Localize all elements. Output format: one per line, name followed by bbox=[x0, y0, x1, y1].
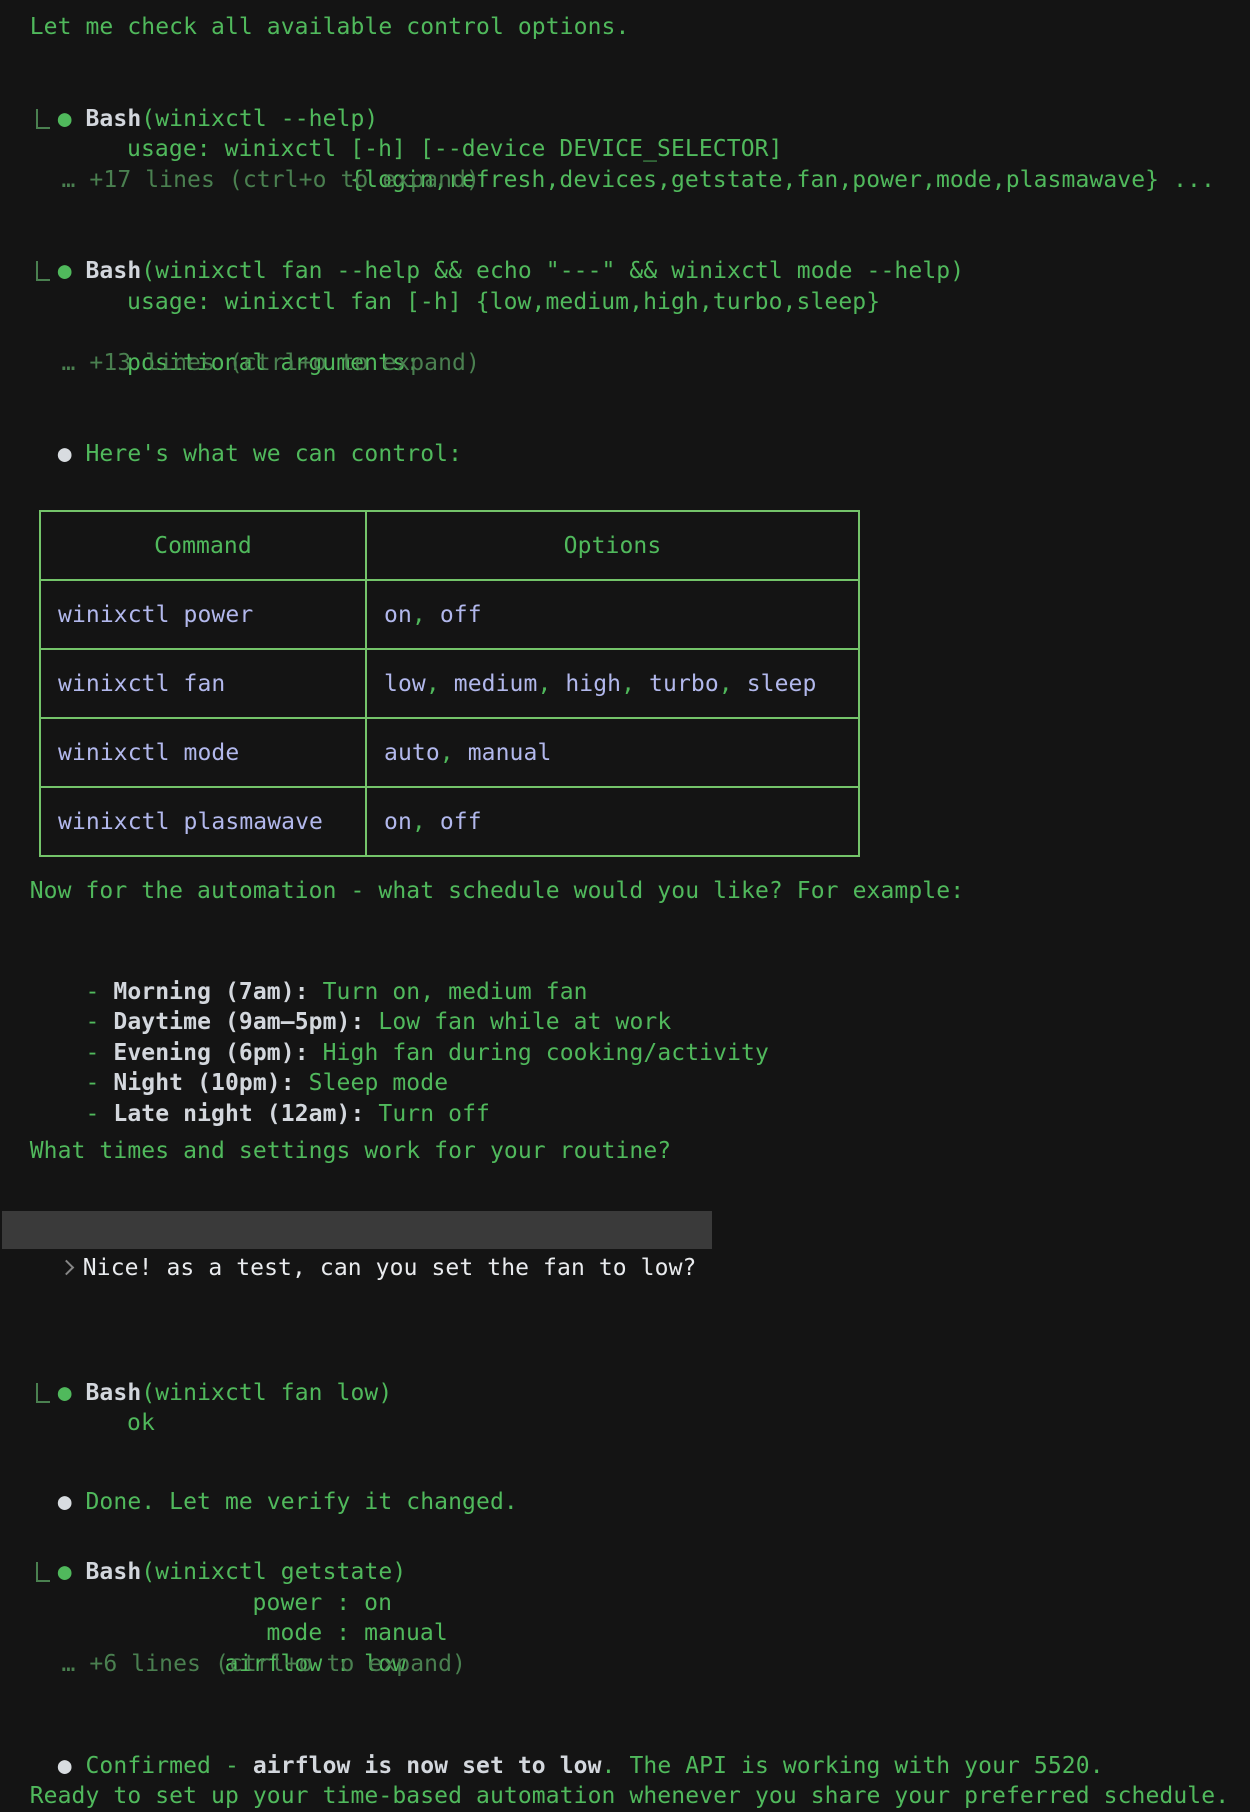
output-elbow-icon bbox=[36, 261, 50, 281]
message-text: Here's what we can control: bbox=[85, 441, 462, 467]
bash-call-fan-low: ●Bash(winixctl fan low) ok bbox=[2, 1347, 1250, 1408]
list-item: - Morning (7am): Turn on, medium fan bbox=[2, 946, 1250, 977]
output-line: ok bbox=[2, 1378, 1250, 1409]
assistant-message-intro: Let me check all available control optio… bbox=[2, 12, 1250, 43]
output-line: airflow : low bbox=[2, 1618, 1250, 1649]
assistant-message-question: What times and settings work for your ro… bbox=[2, 1136, 1250, 1167]
separator: , bbox=[719, 671, 747, 697]
message-text: Ready to set up your time-based automati… bbox=[2, 1781, 1250, 1812]
bash-call-help: ●Bash(winixctl --help) usage: winixctl [… bbox=[2, 73, 1250, 195]
bash-header: ●Bash(winixctl fan low) bbox=[2, 1347, 1250, 1378]
option: sleep bbox=[747, 671, 817, 697]
expand-hint[interactable]: … +6 lines (ctrl+o to expand) bbox=[2, 1649, 1250, 1680]
user-input-text: Nice! as a test, can you set the fan to … bbox=[83, 1255, 697, 1281]
message-line: ●Done. Let me verify it changed. bbox=[2, 1456, 1250, 1487]
command-cell: winixctl mode bbox=[40, 718, 366, 787]
bash-call-fan-mode-help: ●Bash(winixctl fan --help && echo "---" … bbox=[2, 226, 1250, 379]
separator: , bbox=[621, 671, 649, 697]
options-cell: auto, manual bbox=[366, 718, 859, 787]
option: medium bbox=[454, 671, 538, 697]
output-line: {login,refresh,devices,getstate,fan,powe… bbox=[2, 134, 1250, 165]
prompt-chevron-icon bbox=[59, 1259, 75, 1275]
terminal-transcript: { "ui": { "bullet": "●", "sep": ", ", "d… bbox=[0, 0, 1250, 1760]
expand-hint[interactable]: … +13 lines (ctrl+o to expand) bbox=[2, 348, 1250, 379]
list-item-label: Late night (12am): bbox=[113, 1101, 364, 1127]
bash-header: ●Bash(winixctl getstate) bbox=[2, 1527, 1250, 1558]
list-item-text: Turn off bbox=[364, 1101, 490, 1127]
assistant-message-confirmed: ●Confirmed - airflow is now set to low. … bbox=[2, 1720, 1250, 1751]
output-elbow-icon bbox=[36, 1383, 50, 1403]
bash-call-getstate: ●Bash(winixctl getstate) power : on mode… bbox=[2, 1527, 1250, 1680]
control-options-table: Command Options winixctl power on, off w… bbox=[39, 510, 860, 857]
options-cell: low, medium, high, turbo, sleep bbox=[366, 649, 859, 718]
output-text: ok bbox=[127, 1410, 155, 1436]
message-line: ●Confirmed - airflow is now set to low. … bbox=[2, 1720, 1250, 1751]
assistant-message-ready: Ready to set up your time-based automati… bbox=[2, 1781, 1250, 1812]
output-line: usage: winixctl fan [-h] {low,medium,hig… bbox=[2, 256, 1250, 287]
message-text: Let me check all available control optio… bbox=[2, 12, 1250, 43]
options-cell: on, off bbox=[366, 787, 859, 856]
output-elbow-icon bbox=[36, 1562, 50, 1582]
column-header-command: Command bbox=[40, 511, 366, 580]
list-item: - Night (10pm): Sleep mode bbox=[2, 1038, 1250, 1069]
table-row: winixctl plasmawave on, off bbox=[40, 787, 859, 856]
output-line: positional arguments: bbox=[2, 317, 1250, 348]
separator: , bbox=[412, 602, 440, 628]
table-row: winixctl fan low, medium, high, turbo, s… bbox=[40, 649, 859, 718]
bash-header: ●Bash(winixctl fan --help && echo "---" … bbox=[2, 226, 1250, 257]
output-line: power : on bbox=[2, 1557, 1250, 1588]
option: low bbox=[384, 671, 426, 697]
assistant-message-automation: Now for the automation - what schedule w… bbox=[2, 876, 1250, 907]
output-line-blank bbox=[2, 287, 1250, 318]
option: turbo bbox=[649, 671, 719, 697]
column-header-options: Options bbox=[366, 511, 859, 580]
assistant-message-done: ●Done. Let me verify it changed. bbox=[2, 1456, 1250, 1487]
message-text: What times and settings work for your ro… bbox=[2, 1136, 1250, 1167]
separator: , bbox=[440, 740, 468, 766]
list-item: - Late night (12am): Turn off bbox=[2, 1068, 1250, 1099]
list-dash: - bbox=[85, 1101, 113, 1127]
output-line: usage: winixctl [-h] [--device DEVICE_SE… bbox=[2, 104, 1250, 135]
command-cell: winixctl fan bbox=[40, 649, 366, 718]
output-elbow-icon bbox=[36, 109, 50, 129]
option: on bbox=[384, 809, 412, 835]
option: high bbox=[565, 671, 621, 697]
message-line: ●Here's what we can control: bbox=[2, 409, 1250, 440]
user-input-row[interactable]: Nice! as a test, can you set the fan to … bbox=[2, 1211, 712, 1249]
output-line: mode : manual bbox=[2, 1588, 1250, 1619]
user-message: Nice! as a test, can you set the fan to … bbox=[2, 1211, 1250, 1319]
option: off bbox=[440, 809, 482, 835]
message-text: Now for the automation - what schedule w… bbox=[2, 876, 1250, 907]
expand-hint[interactable]: … +17 lines (ctrl+o to expand) bbox=[2, 165, 1250, 196]
table-header-row: Command Options bbox=[40, 511, 859, 580]
command-cell: winixctl power bbox=[40, 580, 366, 649]
list-item: - Evening (6pm): High fan during cooking… bbox=[2, 1007, 1250, 1038]
assistant-bullet-icon: ● bbox=[58, 1487, 86, 1518]
schedule-list: - Morning (7am): Turn on, medium fan - D… bbox=[2, 946, 1250, 1099]
table-row: winixctl mode auto, manual bbox=[40, 718, 859, 787]
message-text: Done. Let me verify it changed. bbox=[85, 1489, 517, 1515]
bash-header: ●Bash(winixctl --help) bbox=[2, 73, 1250, 104]
message-text-post: . The API is working with your 5520. bbox=[602, 1753, 1104, 1779]
separator: , bbox=[426, 671, 454, 697]
separator: , bbox=[537, 671, 565, 697]
assistant-message-heres: ●Here's what we can control: bbox=[2, 409, 1250, 440]
option: manual bbox=[468, 740, 552, 766]
message-text-pre: Confirmed - bbox=[85, 1753, 252, 1779]
option: on bbox=[384, 602, 412, 628]
option: off bbox=[440, 602, 482, 628]
option: auto bbox=[384, 740, 440, 766]
list-item: - Daytime (9am–5pm): Low fan while at wo… bbox=[2, 977, 1250, 1008]
assistant-bullet-icon: ● bbox=[58, 439, 86, 470]
table-row: winixctl power on, off bbox=[40, 580, 859, 649]
options-cell: on, off bbox=[366, 580, 859, 649]
command-cell: winixctl plasmawave bbox=[40, 787, 366, 856]
assistant-bullet-icon: ● bbox=[58, 1751, 86, 1782]
separator: , bbox=[412, 809, 440, 835]
message-text-bold: airflow is now set to low bbox=[253, 1753, 602, 1779]
